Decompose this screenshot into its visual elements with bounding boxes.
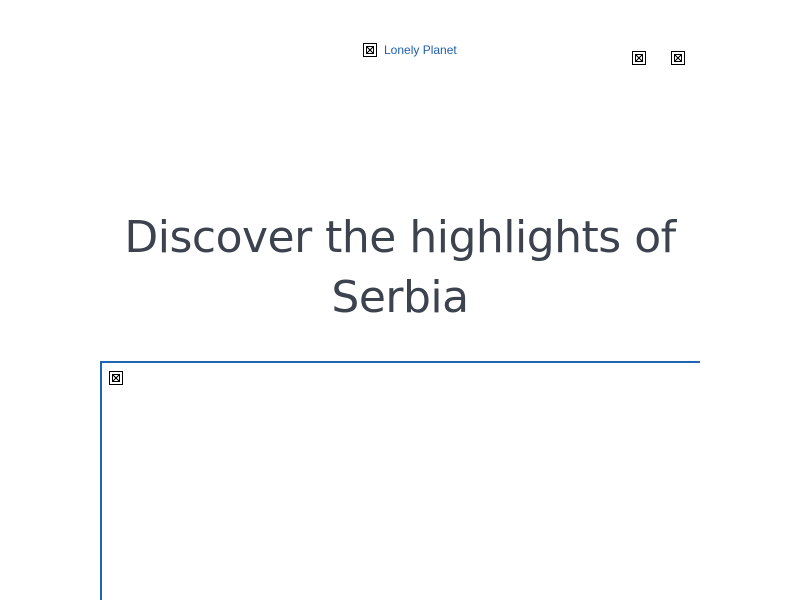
broken-image-icon: [109, 371, 123, 385]
page-title: Discover the highlights of Serbia: [124, 212, 676, 323]
broken-image-icon[interactable]: [632, 51, 646, 65]
lonely-planet-logo-link[interactable]: Lonely Planet: [363, 42, 457, 58]
broken-image-icon: [363, 43, 377, 57]
broken-image-icon[interactable]: [671, 51, 685, 65]
page: Lonely Planet Discover the highlights of…: [0, 0, 800, 600]
hero-image-frame: [100, 361, 700, 600]
logo-alt-text: Lonely Planet: [384, 43, 457, 57]
